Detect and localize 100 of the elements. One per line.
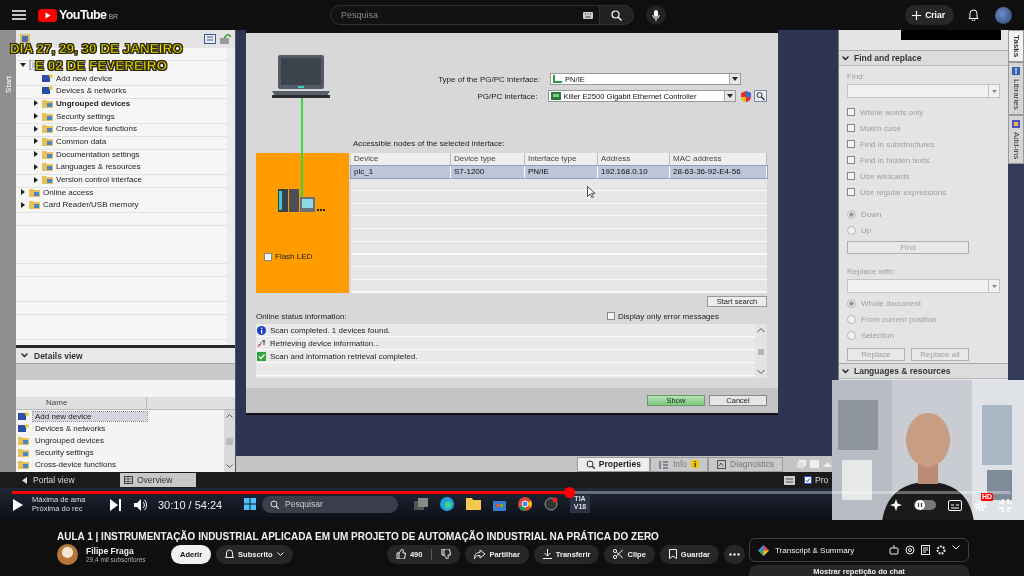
sparkle-icon[interactable] (890, 499, 902, 511)
volume-icon[interactable] (134, 499, 148, 511)
folder-icon (29, 187, 40, 197)
folder-icon[interactable] (466, 498, 481, 510)
project-icon[interactable] (20, 34, 30, 44)
network-card-icon (550, 92, 561, 100)
search-bar[interactable]: Pesquisa (330, 5, 600, 25)
side-tab[interactable]: Libraries (1008, 62, 1024, 115)
panel-title: Languages & resources (854, 366, 951, 376)
scroll-thumb-icon (226, 437, 233, 445)
autoplay-toggle-icon[interactable] (914, 500, 936, 510)
checkbox-label: Match case (860, 123, 901, 133)
tree-item[interactable]: Documentation settings (56, 149, 140, 159)
search-icon (585, 459, 595, 469)
side-tab[interactable]: Tasks (1008, 30, 1024, 63)
exit-fullscreen-icon[interactable] (999, 498, 1012, 512)
ai-icon[interactable] (905, 545, 915, 555)
info-list-icon (658, 459, 669, 469)
transcript-panel[interactable]: Transcript & Summary (749, 538, 969, 562)
search-field[interactable]: Pesquisa (341, 10, 583, 20)
folder-icon (42, 98, 53, 108)
caret-icon[interactable] (33, 176, 39, 183)
robot-icon[interactable] (889, 545, 899, 555)
transfer-icon (257, 339, 266, 348)
portal-view-link[interactable]: Portal view (22, 475, 120, 485)
caret-icon[interactable] (33, 100, 39, 107)
device-icon (18, 411, 29, 421)
chevron-icon[interactable] (842, 368, 849, 374)
tree-item[interactable]: Security settings (56, 111, 115, 121)
tree-item[interactable]: Common data (56, 136, 107, 146)
overview-tab[interactable]: Overview (120, 473, 196, 487)
play-icon[interactable] (12, 498, 24, 512)
caret-icon[interactable] (20, 201, 26, 208)
channel-name[interactable]: Filipe Fraga (86, 545, 158, 556)
caret-icon[interactable] (33, 151, 39, 158)
chevron-icon[interactable] (842, 55, 849, 61)
video-title: AULA 1 | INSTRUMENTAÇÃO INDUSTRIAL APLICADA EM UM PROJETO DE AUTOMAÇÃO INDUSTRIAL NA PRÁTICA DO ZERO (57, 529, 660, 542)
caret-icon[interactable] (33, 113, 39, 120)
export-icon[interactable] (219, 34, 231, 44)
search-icon[interactable] (754, 90, 767, 102)
app-icon[interactable] (544, 497, 558, 511)
tree-item[interactable]: Card Reader/USB memory (43, 200, 139, 210)
search-button[interactable] (600, 5, 634, 25)
list-item[interactable]: Cross-device functions (33, 459, 147, 469)
list-item[interactable]: Devices & networks (33, 423, 147, 433)
chevron-down-icon[interactable] (952, 545, 960, 550)
edge-icon[interactable] (440, 497, 454, 511)
radio-label: Down (861, 209, 882, 219)
addin-icon (1012, 119, 1020, 128)
view-icon[interactable] (204, 34, 216, 44)
dropdown-arrow-icon (991, 284, 997, 288)
taskbar-search-field[interactable]: Pesquisar (262, 495, 398, 513)
task-view-icon[interactable] (414, 498, 428, 510)
caret-icon[interactable] (33, 138, 39, 145)
create-button[interactable]: Criar (905, 5, 954, 25)
subtitles-icon[interactable] (948, 499, 962, 511)
dropdown-arrow-icon (727, 94, 733, 98)
list-item[interactable]: Ungrouped devices (33, 435, 147, 445)
list-item[interactable]: Add new device (33, 411, 147, 421)
shield-icon[interactable] (741, 90, 751, 102)
caret-icon[interactable] (33, 125, 39, 132)
windows-logo-icon[interactable] (244, 498, 256, 510)
settings-icon[interactable] (936, 545, 946, 555)
progress-thumb[interactable] (563, 487, 575, 498)
next-icon[interactable] (110, 499, 122, 511)
microphone-button[interactable] (646, 5, 666, 25)
tree-item[interactable]: Cross-device functions (56, 124, 137, 134)
more-button[interactable] (724, 544, 745, 564)
tree-item[interactable]: Version control interface (56, 175, 142, 185)
folder-icon (42, 124, 53, 134)
tree-item[interactable]: Languages & resources (56, 162, 141, 172)
side-tab[interactable]: Add-ins (1008, 114, 1024, 164)
tree-item[interactable]: Devices & networks (56, 86, 127, 96)
tree-item[interactable]: Online access (43, 187, 94, 197)
channel-avatar[interactable] (57, 543, 78, 565)
folder-icon (42, 175, 53, 185)
caret-icon[interactable] (20, 62, 26, 69)
checkbox[interactable] (607, 312, 616, 320)
tree-item[interactable]: Ungrouped devices (56, 98, 131, 108)
bell-icon[interactable] (968, 9, 979, 21)
document-icon[interactable] (921, 545, 930, 555)
folder-icon (29, 200, 40, 210)
overview-icon (124, 476, 133, 484)
list-item[interactable]: Security settings (33, 447, 147, 457)
checkbox[interactable] (264, 253, 272, 261)
table-row[interactable]: plc_1 S7-1200 PN/IE 192.168.0.10 28-63-36-92-E4-56 (351, 165, 767, 179)
inspector-tab[interactable]: Properties (576, 456, 650, 472)
caret-icon[interactable] (33, 163, 39, 170)
chrome-icon[interactable] (518, 497, 532, 511)
avatar[interactable] (995, 6, 1012, 24)
more-icon (729, 552, 740, 556)
details-header[interactable]: Details view (16, 348, 235, 364)
network-view-icon[interactable] (784, 475, 795, 485)
field-label: Replace with: (847, 267, 897, 276)
chevron-icon[interactable] (21, 353, 28, 358)
tree-item[interactable]: Add new device (56, 73, 113, 83)
menu-icon[interactable] (12, 10, 26, 20)
folder-icon (18, 435, 29, 445)
checkbox[interactable] (804, 476, 812, 484)
caret-icon[interactable] (20, 189, 26, 196)
